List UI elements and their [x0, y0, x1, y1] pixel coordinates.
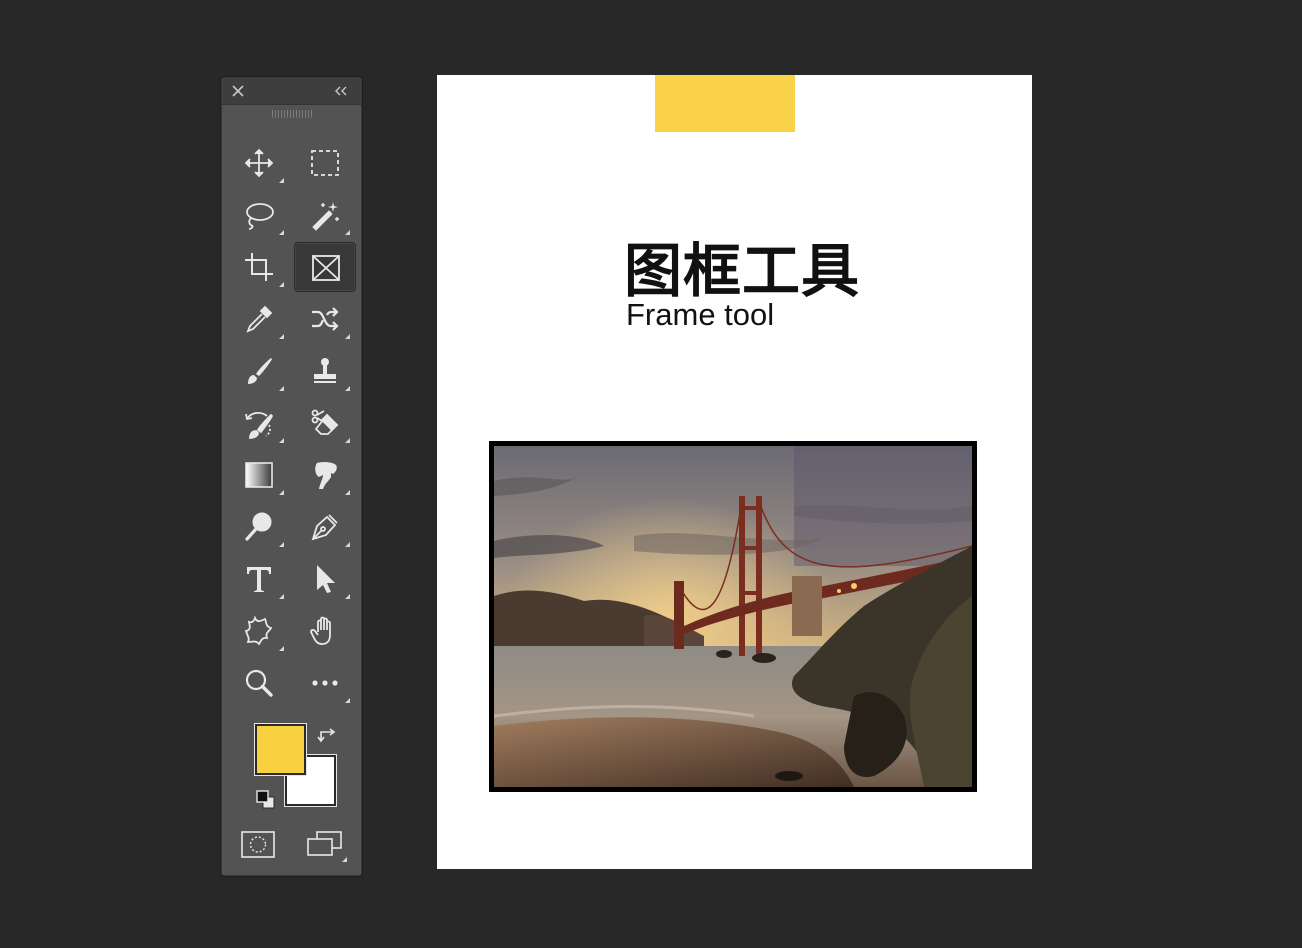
pen-tool[interactable] — [294, 502, 356, 552]
quick-mask-button[interactable] — [240, 829, 278, 861]
dodge-icon — [245, 512, 272, 541]
rectangular-marquee-tool[interactable] — [294, 138, 356, 188]
zoom-icon — [245, 669, 273, 697]
edit-toolbar[interactable] — [294, 658, 356, 708]
brush-icon — [248, 358, 272, 384]
gradient-tool[interactable] — [228, 450, 290, 500]
brush-tool[interactable] — [228, 346, 290, 396]
gradient-icon — [245, 462, 273, 488]
shape-icon — [244, 615, 273, 646]
frame-icon — [312, 255, 340, 281]
double-chevron-left-icon[interactable] — [333, 83, 349, 99]
swap-colors-icon[interactable] — [317, 724, 339, 746]
magic-wand-icon — [312, 202, 339, 231]
image-frame[interactable] — [489, 441, 977, 792]
default-colors-icon[interactable] — [255, 789, 277, 811]
magic-wand-tool[interactable] — [294, 190, 356, 240]
history-brush-icon — [245, 412, 274, 439]
arrow-icon — [317, 565, 335, 593]
move-tool[interactable] — [228, 138, 290, 188]
type-tool[interactable] — [228, 554, 290, 604]
history-brush-tool[interactable] — [228, 398, 290, 448]
yellow-accent-block — [655, 75, 795, 132]
pen-icon — [311, 514, 338, 541]
eyedropper-tool[interactable] — [228, 294, 290, 344]
smudge-icon — [315, 461, 337, 489]
hand-tool[interactable] — [294, 606, 356, 656]
screen-mode-button[interactable] — [306, 829, 350, 865]
eyedropper-icon — [246, 305, 273, 333]
panel-header[interactable] — [222, 78, 361, 105]
foreground-color-swatch[interactable] — [254, 723, 307, 776]
stamp-icon — [314, 358, 336, 383]
close-icon[interactable] — [230, 83, 246, 99]
move-icon — [244, 148, 274, 178]
workspace: 图框工具 Frame tool — [0, 0, 1302, 948]
lasso-icon — [246, 203, 274, 230]
clone-stamp-tool[interactable] — [294, 346, 356, 396]
screen-mode-icon — [307, 831, 347, 862]
title-english: Frame tool — [626, 297, 775, 332]
panel-grip[interactable] — [272, 110, 312, 118]
zoom-tool[interactable] — [228, 658, 290, 708]
type-icon — [247, 567, 271, 592]
path-selection-tool[interactable] — [294, 554, 356, 604]
crop-icon — [245, 253, 273, 281]
golden-gate-bridge-photo — [494, 446, 972, 787]
frame-tool[interactable] — [294, 242, 356, 292]
hand-icon — [310, 616, 331, 645]
shuffle-icon — [312, 307, 339, 331]
more-icon — [312, 680, 338, 686]
quick-mask-icon — [241, 831, 275, 858]
smudge-tool[interactable] — [294, 450, 356, 500]
lasso-tool[interactable] — [228, 190, 290, 240]
crop-tool[interactable] — [228, 242, 290, 292]
eraser-icon — [311, 409, 339, 435]
dodge-tool[interactable] — [228, 502, 290, 552]
marquee-icon — [311, 150, 339, 176]
content-aware-move-tool[interactable] — [294, 294, 356, 344]
eraser-tool[interactable] — [294, 398, 356, 448]
custom-shape-tool[interactable] — [228, 606, 290, 656]
document-canvas[interactable]: 图框工具 Frame tool — [437, 75, 1032, 869]
tools-panel — [221, 77, 362, 876]
